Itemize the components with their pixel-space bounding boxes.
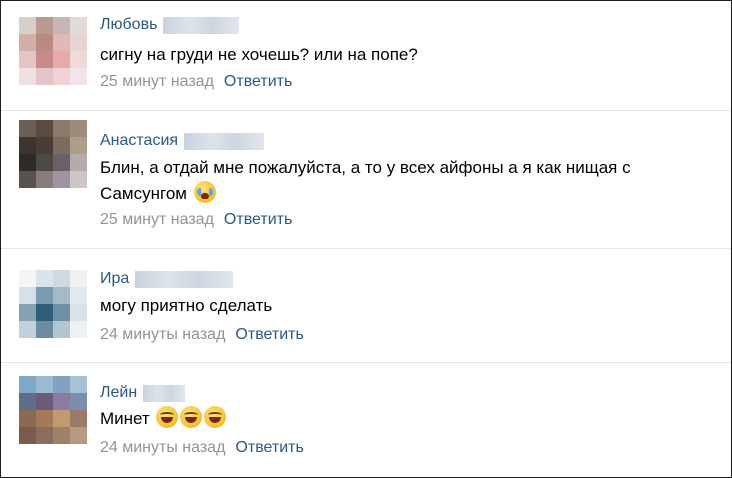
comment-item: Лейн Минет 24 минуты назад Ответить	[1, 362, 731, 477]
reply-link[interactable]: Ответить	[235, 326, 303, 343]
laughing-face-icon	[204, 406, 227, 428]
comments-panel: Любовь сигну на груди не хочешь? или на …	[0, 0, 732, 478]
comment-timestamp[interactable]: 25 минут назад	[100, 211, 214, 228]
blurred-surname	[184, 132, 265, 150]
crying-face-icon	[193, 181, 216, 203]
author-name[interactable]: Ира	[100, 270, 129, 288]
comment-text-content: Блин, а отдай мне пожалуйста, а то у все…	[100, 158, 631, 203]
blurred-surname	[143, 384, 186, 402]
laughing-face-icon	[180, 406, 203, 428]
comment-item: Анастасия Блин, а отдай мне пожалуйста, …	[1, 110, 731, 249]
comment-timestamp[interactable]: 25 минут назад	[100, 73, 214, 90]
reply-link[interactable]: Ответить	[235, 439, 303, 456]
comment-text: Блин, а отдай мне пожалуйста, а то у все…	[100, 155, 715, 207]
author-name[interactable]: Анастасия	[100, 132, 178, 150]
comment-item: Ира могу приятно сделать 24 минуты назад…	[1, 248, 731, 363]
avatar[interactable]	[19, 120, 87, 188]
blurred-surname	[135, 270, 234, 288]
avatar[interactable]	[19, 270, 87, 338]
author-name[interactable]: Любовь	[100, 16, 157, 34]
comment-timestamp[interactable]: 24 минуты назад	[100, 439, 225, 456]
author-name[interactable]: Лейн	[100, 384, 137, 402]
comment-item: Любовь сигну на груди не хочешь? или на …	[1, 1, 731, 111]
comment-text-content: Минет	[100, 409, 150, 428]
comment-text: Минет	[100, 406, 715, 432]
blurred-surname	[163, 16, 240, 34]
reply-link[interactable]: Ответить	[224, 211, 292, 228]
comment-text: могу приятно сделать	[100, 296, 273, 315]
avatar[interactable]	[19, 17, 87, 85]
laughing-face-icon	[156, 406, 179, 428]
comment-text: сигну на груди не хочешь? или на попе?	[100, 45, 418, 64]
reply-link[interactable]: Ответить	[224, 73, 292, 90]
avatar[interactable]	[19, 376, 87, 444]
comment-timestamp[interactable]: 24 минуты назад	[100, 326, 225, 343]
